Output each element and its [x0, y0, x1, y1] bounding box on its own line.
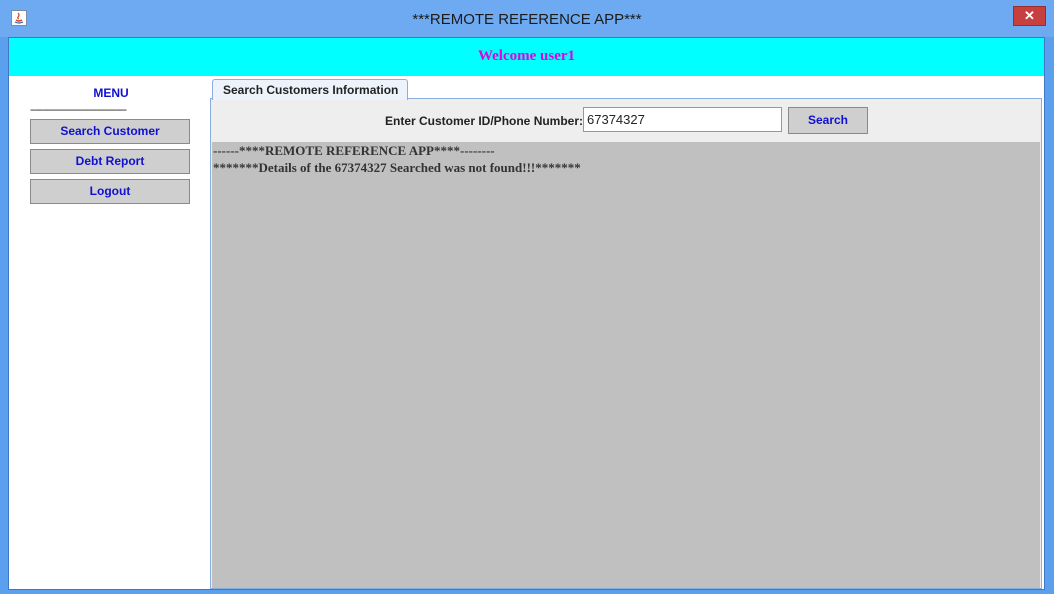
customer-id-label: Enter Customer ID/Phone Number:	[385, 114, 584, 128]
app-client-area: Welcome user1 MENU ---------------------…	[8, 37, 1045, 590]
window-title: ***REMOTE REFERENCE APP***	[412, 11, 642, 28]
search-button[interactable]: Search	[788, 107, 868, 134]
debt-report-button[interactable]: Debt Report	[30, 149, 190, 174]
welcome-banner: Welcome user1	[9, 38, 1044, 76]
customer-id-input[interactable]: 67374327	[583, 107, 782, 132]
search-customer-button[interactable]: Search Customer	[30, 119, 190, 144]
results-line: ------****REMOTE REFERENCE APP****------…	[213, 143, 495, 158]
results-area[interactable]: ------****REMOTE REFERENCE APP****------…	[212, 142, 1040, 588]
tab-search-customers[interactable]: Search Customers Information	[212, 79, 408, 100]
menu-title: MENU	[93, 86, 129, 100]
welcome-text: Welcome user1	[477, 48, 576, 64]
menu-divider: ------------------------------------	[30, 104, 127, 116]
title-bar: ***REMOTE REFERENCE APP*** ✕	[0, 0, 1054, 37]
close-button[interactable]: ✕	[1013, 6, 1046, 26]
logout-button[interactable]: Logout	[30, 179, 190, 204]
results-line: *******Details of the 67374327 Searched …	[213, 160, 581, 175]
